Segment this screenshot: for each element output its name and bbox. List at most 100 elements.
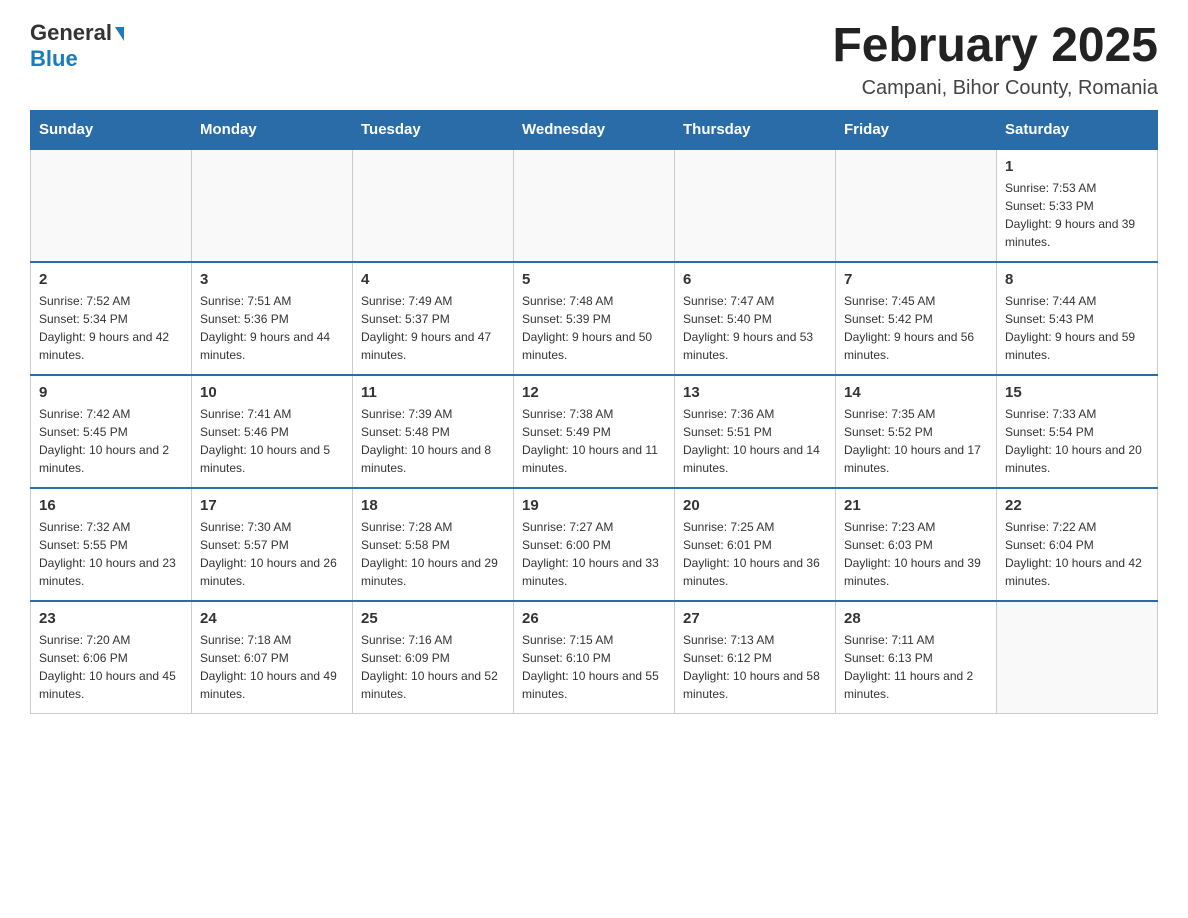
- day-info: Sunrise: 7:15 AMSunset: 6:10 PMDaylight:…: [522, 631, 666, 703]
- calendar-cell: 20 Sunrise: 7:25 AMSunset: 6:01 PMDayligh…: [675, 488, 836, 601]
- day-number: 25: [361, 610, 505, 627]
- calendar-cell: [997, 601, 1158, 714]
- day-info: Sunrise: 7:41 AMSunset: 5:46 PMDaylight:…: [200, 405, 344, 477]
- calendar-cell: 12 Sunrise: 7:38 AMSunset: 5:49 PMDayligh…: [514, 375, 675, 488]
- day-number: 28: [844, 610, 988, 627]
- calendar-cell: 10 Sunrise: 7:41 AMSunset: 5:46 PMDayligh…: [192, 375, 353, 488]
- day-info: Sunrise: 7:42 AMSunset: 5:45 PMDaylight:…: [39, 405, 183, 477]
- calendar-cell: [353, 149, 514, 262]
- calendar-header-row: SundayMondayTuesdayWednesdayThursdayFrid…: [31, 110, 1158, 149]
- calendar-table: SundayMondayTuesdayWednesdayThursdayFrid…: [30, 110, 1158, 714]
- calendar-cell: 11 Sunrise: 7:39 AMSunset: 5:48 PMDayligh…: [353, 375, 514, 488]
- day-info: Sunrise: 7:27 AMSunset: 6:00 PMDaylight:…: [522, 518, 666, 590]
- calendar-cell: 24 Sunrise: 7:18 AMSunset: 6:07 PMDayligh…: [192, 601, 353, 714]
- calendar-week-row: 16 Sunrise: 7:32 AMSunset: 5:55 PMDayligh…: [31, 488, 1158, 601]
- logo: General Blue: [30, 20, 124, 72]
- logo-blue: Blue: [30, 46, 78, 72]
- day-info: Sunrise: 7:53 AMSunset: 5:33 PMDaylight:…: [1005, 179, 1149, 251]
- calendar-cell: [514, 149, 675, 262]
- calendar-week-row: 2 Sunrise: 7:52 AMSunset: 5:34 PMDaylight…: [31, 262, 1158, 375]
- logo-general: General: [30, 20, 112, 46]
- day-number: 16: [39, 497, 183, 514]
- day-info: Sunrise: 7:16 AMSunset: 6:09 PMDaylight:…: [361, 631, 505, 703]
- day-info: Sunrise: 7:20 AMSunset: 6:06 PMDaylight:…: [39, 631, 183, 703]
- page-header: General Blue February 2025 Campani, Biho…: [30, 20, 1158, 100]
- calendar-cell: 1 Sunrise: 7:53 AMSunset: 5:33 PMDaylight…: [997, 149, 1158, 262]
- day-info: Sunrise: 7:30 AMSunset: 5:57 PMDaylight:…: [200, 518, 344, 590]
- day-number: 3: [200, 271, 344, 288]
- calendar-week-row: 1 Sunrise: 7:53 AMSunset: 5:33 PMDaylight…: [31, 149, 1158, 262]
- calendar-cell: 19 Sunrise: 7:27 AMSunset: 6:00 PMDayligh…: [514, 488, 675, 601]
- day-number: 26: [522, 610, 666, 627]
- day-number: 22: [1005, 497, 1149, 514]
- day-number: 27: [683, 610, 827, 627]
- day-number: 15: [1005, 384, 1149, 401]
- day-info: Sunrise: 7:18 AMSunset: 6:07 PMDaylight:…: [200, 631, 344, 703]
- calendar-cell: 22 Sunrise: 7:22 AMSunset: 6:04 PMDayligh…: [997, 488, 1158, 601]
- location-title: Campani, Bihor County, Romania: [832, 77, 1158, 100]
- day-number: 11: [361, 384, 505, 401]
- calendar-cell: 4 Sunrise: 7:49 AMSunset: 5:37 PMDaylight…: [353, 262, 514, 375]
- calendar-cell: 23 Sunrise: 7:20 AMSunset: 6:06 PMDayligh…: [31, 601, 192, 714]
- calendar-cell: 21 Sunrise: 7:23 AMSunset: 6:03 PMDayligh…: [836, 488, 997, 601]
- day-info: Sunrise: 7:35 AMSunset: 5:52 PMDaylight:…: [844, 405, 988, 477]
- calendar-cell: 25 Sunrise: 7:16 AMSunset: 6:09 PMDayligh…: [353, 601, 514, 714]
- day-info: Sunrise: 7:28 AMSunset: 5:58 PMDaylight:…: [361, 518, 505, 590]
- day-info: Sunrise: 7:23 AMSunset: 6:03 PMDaylight:…: [844, 518, 988, 590]
- day-number: 19: [522, 497, 666, 514]
- day-info: Sunrise: 7:36 AMSunset: 5:51 PMDaylight:…: [683, 405, 827, 477]
- day-number: 1: [1005, 158, 1149, 175]
- calendar-cell: 6Sunrise: 7:47 AMSunset: 5:40 PMDaylight…: [675, 262, 836, 375]
- day-info: Sunrise: 7:11 AMSunset: 6:13 PMDaylight:…: [844, 631, 988, 703]
- day-info: Sunrise: 7:32 AMSunset: 5:55 PMDaylight:…: [39, 518, 183, 590]
- calendar-cell: 26 Sunrise: 7:15 AMSunset: 6:10 PMDayligh…: [514, 601, 675, 714]
- calendar-week-row: 9 Sunrise: 7:42 AMSunset: 5:45 PMDaylight…: [31, 375, 1158, 488]
- calendar-cell: 15 Sunrise: 7:33 AMSunset: 5:54 PMDayligh…: [997, 375, 1158, 488]
- day-number: 18: [361, 497, 505, 514]
- day-info: Sunrise: 7:39 AMSunset: 5:48 PMDaylight:…: [361, 405, 505, 477]
- day-info: Sunrise: 7:47 AMSunset: 5:40 PMDaylight:…: [683, 292, 827, 364]
- calendar-cell: 5Sunrise: 7:48 AMSunset: 5:39 PMDaylight…: [514, 262, 675, 375]
- day-number: 8: [1005, 271, 1149, 288]
- header-thursday: Thursday: [675, 110, 836, 149]
- day-number: 12: [522, 384, 666, 401]
- title-block: February 2025 Campani, Bihor County, Rom…: [832, 20, 1158, 100]
- day-info: Sunrise: 7:45 AMSunset: 5:42 PMDaylight:…: [844, 292, 988, 364]
- day-info: Sunrise: 7:38 AMSunset: 5:49 PMDaylight:…: [522, 405, 666, 477]
- calendar-cell: [675, 149, 836, 262]
- day-info: Sunrise: 7:44 AMSunset: 5:43 PMDaylight:…: [1005, 292, 1149, 364]
- day-info: Sunrise: 7:22 AMSunset: 6:04 PMDaylight:…: [1005, 518, 1149, 590]
- calendar-cell: [31, 149, 192, 262]
- calendar-cell: 18 Sunrise: 7:28 AMSunset: 5:58 PMDayligh…: [353, 488, 514, 601]
- day-number: 4: [361, 271, 505, 288]
- day-number: 9: [39, 384, 183, 401]
- day-info: Sunrise: 7:51 AMSunset: 5:36 PMDaylight:…: [200, 292, 344, 364]
- calendar-cell: 28 Sunrise: 7:11 AMSunset: 6:13 PMDayligh…: [836, 601, 997, 714]
- day-number: 7: [844, 271, 988, 288]
- day-number: 21: [844, 497, 988, 514]
- day-number: 24: [200, 610, 344, 627]
- day-number: 20: [683, 497, 827, 514]
- calendar-cell: 16 Sunrise: 7:32 AMSunset: 5:55 PMDayligh…: [31, 488, 192, 601]
- day-info: Sunrise: 7:13 AMSunset: 6:12 PMDaylight:…: [683, 631, 827, 703]
- day-number: 14: [844, 384, 988, 401]
- day-info: Sunrise: 7:25 AMSunset: 6:01 PMDaylight:…: [683, 518, 827, 590]
- day-number: 17: [200, 497, 344, 514]
- day-number: 2: [39, 271, 183, 288]
- day-info: Sunrise: 7:52 AMSunset: 5:34 PMDaylight:…: [39, 292, 183, 364]
- day-info: Sunrise: 7:49 AMSunset: 5:37 PMDaylight:…: [361, 292, 505, 364]
- calendar-cell: 7 Sunrise: 7:45 AMSunset: 5:42 PMDaylight…: [836, 262, 997, 375]
- day-info: Sunrise: 7:48 AMSunset: 5:39 PMDaylight:…: [522, 292, 666, 364]
- day-number: 23: [39, 610, 183, 627]
- calendar-cell: 2 Sunrise: 7:52 AMSunset: 5:34 PMDaylight…: [31, 262, 192, 375]
- calendar-cell: 14 Sunrise: 7:35 AMSunset: 5:52 PMDayligh…: [836, 375, 997, 488]
- calendar-week-row: 23 Sunrise: 7:20 AMSunset: 6:06 PMDayligh…: [31, 601, 1158, 714]
- header-sunday: Sunday: [31, 110, 192, 149]
- day-info: Sunrise: 7:33 AMSunset: 5:54 PMDaylight:…: [1005, 405, 1149, 477]
- calendar-cell: 13Sunrise: 7:36 AMSunset: 5:51 PMDayligh…: [675, 375, 836, 488]
- header-wednesday: Wednesday: [514, 110, 675, 149]
- calendar-cell: [192, 149, 353, 262]
- calendar-cell: 8 Sunrise: 7:44 AMSunset: 5:43 PMDaylight…: [997, 262, 1158, 375]
- day-number: 10: [200, 384, 344, 401]
- month-title: February 2025: [832, 20, 1158, 73]
